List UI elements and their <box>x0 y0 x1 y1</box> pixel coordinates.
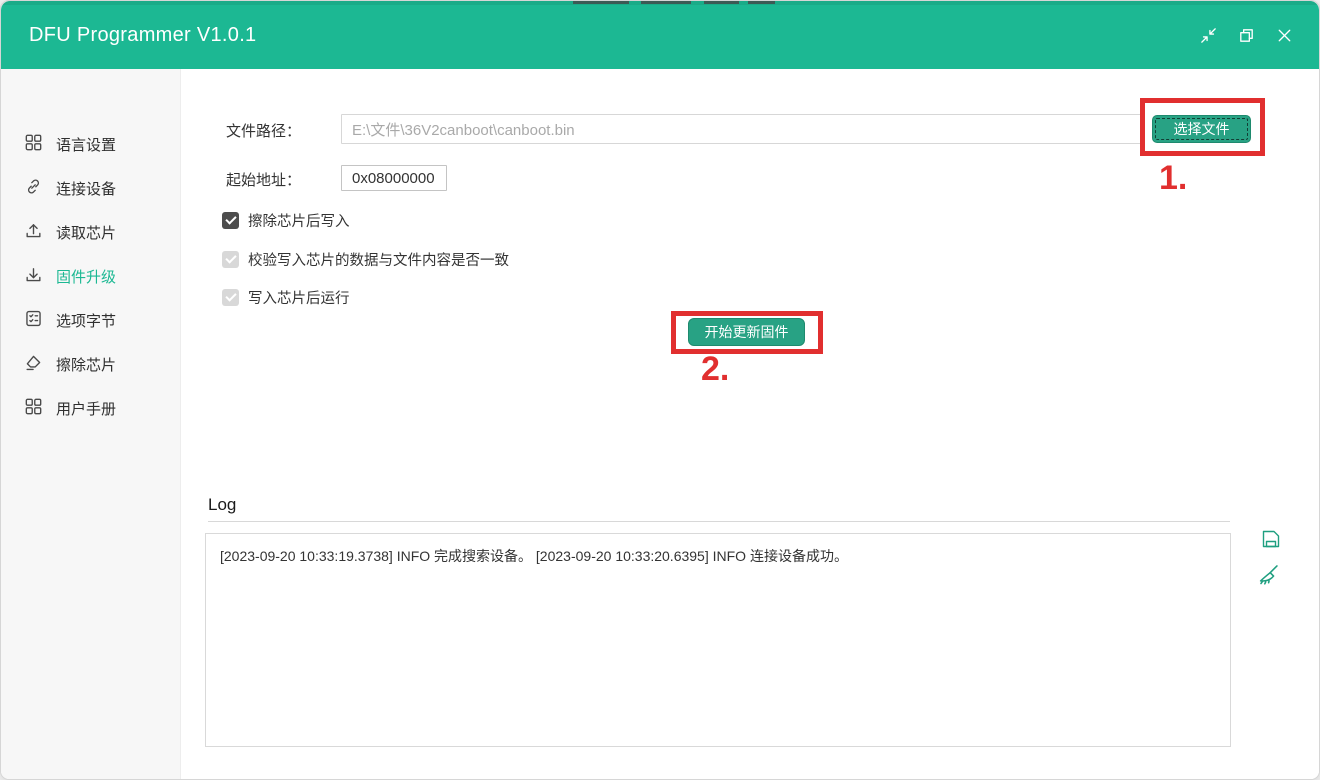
start-update-firmware-button[interactable]: 开始更新固件 <box>688 318 805 346</box>
checkbox-checked[interactable] <box>222 212 239 229</box>
minimize-icon[interactable] <box>1195 22 1221 48</box>
log-divider <box>208 521 1230 522</box>
annotation-step2-number: 2. <box>701 350 729 389</box>
save-log-button[interactable] <box>1257 525 1285 553</box>
link-icon <box>24 177 43 200</box>
checkbox-label: 擦除芯片后写入 <box>248 210 350 231</box>
sidebar-item-label: 连接设备 <box>56 178 116 199</box>
main-content: 文件路径： 选择文件 1. 起始地址： 擦除芯片后写入校验写入芯片的数据与文件内… <box>181 69 1320 780</box>
checkbox-label: 校验写入芯片的数据与文件内容是否一致 <box>248 249 509 270</box>
sidebar-item-label: 用户手册 <box>56 398 116 419</box>
top-edge-artifact <box>573 1 629 4</box>
sidebar-item-connect-device[interactable]: 连接设备 <box>1 166 180 210</box>
start-address-label: 起始地址： <box>226 169 301 190</box>
sidebar-item-label: 语言设置 <box>56 134 116 155</box>
sidebar-item-option-bytes[interactable]: 选项字节 <box>1 298 180 342</box>
grid-icon <box>24 397 43 420</box>
annotation-step1-number: 1. <box>1159 159 1187 198</box>
sidebar-item-firmware-upgrade[interactable]: 固件升级 <box>1 254 180 298</box>
top-edge-artifact <box>641 1 691 4</box>
checklist-icon <box>24 309 43 332</box>
checkbox-row: 写入芯片后运行 <box>222 287 350 307</box>
sidebar-item-label: 选项字节 <box>56 310 116 331</box>
sidebar-item-label: 擦除芯片 <box>56 354 116 375</box>
window-controls <box>1195 22 1297 48</box>
broom-icon <box>1255 562 1282 589</box>
clear-log-button[interactable] <box>1254 561 1282 589</box>
maximize-icon[interactable] <box>1233 22 1259 48</box>
sidebar-item-label: 固件升级 <box>56 266 116 287</box>
checkbox-label: 写入芯片后运行 <box>248 287 350 308</box>
eraser-icon <box>24 353 43 376</box>
grid-icon <box>24 133 43 156</box>
sidebar: 语言设置连接设备读取芯片固件升级选项字节擦除芯片用户手册 <box>1 69 181 779</box>
upload-icon <box>24 221 43 244</box>
file-path-label: 文件路径： <box>226 120 301 141</box>
save-icon <box>1259 527 1283 551</box>
checkbox-row: 校验写入芯片的数据与文件内容是否一致 <box>222 249 509 269</box>
checkbox-disabled-checked <box>222 251 239 268</box>
log-entry: [2023-09-20 10:33:19.3738] INFO 完成搜索设备。 … <box>220 548 848 564</box>
app-window: DFU Programmer V1.0.1 <box>0 0 1320 780</box>
start-address-input[interactable] <box>341 165 447 191</box>
top-edge-artifact <box>704 1 739 4</box>
sidebar-item-label: 读取芯片 <box>56 222 116 243</box>
log-output[interactable]: [2023-09-20 10:33:19.3738] INFO 完成搜索设备。 … <box>205 533 1231 747</box>
annotation-box-step2: 开始更新固件 <box>671 311 823 354</box>
annotation-box-step1: 选择文件 <box>1140 98 1265 156</box>
file-path-input[interactable] <box>341 114 1231 144</box>
sidebar-item-language-settings[interactable]: 语言设置 <box>1 122 180 166</box>
sidebar-item-erase-chip[interactable]: 擦除芯片 <box>1 342 180 386</box>
download-icon <box>24 265 43 288</box>
checkbox-disabled-checked <box>222 289 239 306</box>
checkbox-row: 擦除芯片后写入 <box>222 210 350 230</box>
top-edge-artifact <box>748 1 775 4</box>
close-icon[interactable] <box>1271 22 1297 48</box>
window-title: DFU Programmer V1.0.1 <box>29 24 256 47</box>
sidebar-item-read-chip[interactable]: 读取芯片 <box>1 210 180 254</box>
log-section-title: Log <box>208 495 236 515</box>
choose-file-button[interactable]: 选择文件 <box>1152 115 1251 143</box>
sidebar-item-user-manual[interactable]: 用户手册 <box>1 386 180 430</box>
title-bar: DFU Programmer V1.0.1 <box>1 1 1319 69</box>
